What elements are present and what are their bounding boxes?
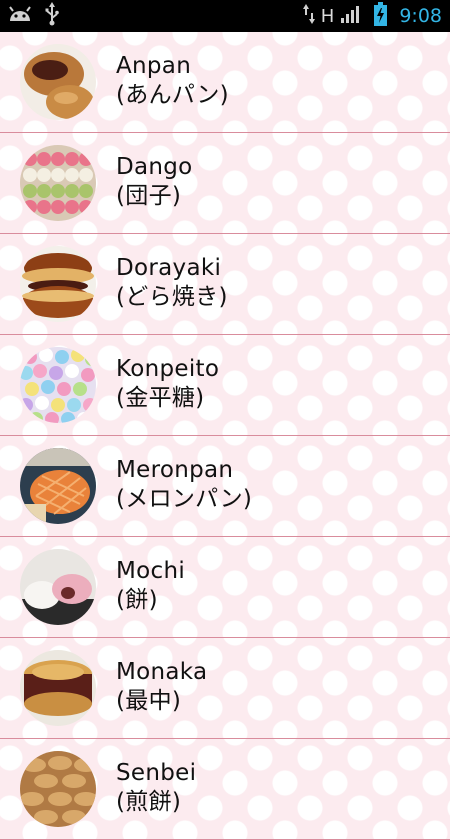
android-icon xyxy=(8,5,32,27)
konpeito-photo xyxy=(20,347,96,423)
anpan-photo xyxy=(20,44,96,120)
item-japanese-name: (最中) xyxy=(116,688,182,714)
item-japanese-name: (あんパン) xyxy=(116,82,229,108)
mochi-photo xyxy=(20,549,96,625)
item-name: Senbei xyxy=(116,760,197,786)
item-japanese-name: (金平糖) xyxy=(116,385,205,411)
dango-photo xyxy=(20,145,96,221)
item-name: Dorayaki xyxy=(116,255,222,281)
list-item-konpeito[interactable]: Konpeito (金平糖) xyxy=(0,335,450,436)
item-name: Mochi xyxy=(116,558,186,584)
list-item-mochi[interactable]: Mochi (餅) xyxy=(0,537,450,638)
item-name: Meronpan xyxy=(116,457,234,483)
data-transfer-icon xyxy=(302,4,315,28)
item-japanese-name: (どら焼き) xyxy=(116,284,228,310)
item-japanese-name: (団子) xyxy=(116,183,182,209)
status-bar: H 9:08 xyxy=(0,0,450,32)
list-item-dango[interactable]: Dango (団子) xyxy=(0,133,450,234)
system-icons: H 9:08 xyxy=(302,2,442,30)
item-japanese-name: (メロンパン) xyxy=(116,486,253,512)
usb-icon xyxy=(44,2,60,30)
list-item-senbei[interactable]: Senbei (煎餅) xyxy=(0,739,450,840)
notification-icons xyxy=(8,2,60,30)
item-japanese-name: (餅) xyxy=(116,587,158,613)
dorayaki-photo xyxy=(20,246,96,322)
item-name: Konpeito xyxy=(116,356,220,382)
battery-charging-icon xyxy=(374,2,388,30)
monaka-photo xyxy=(20,650,96,726)
clock: 9:08 xyxy=(399,5,442,27)
list-item-dorayaki[interactable]: Dorayaki (どら焼き) xyxy=(0,234,450,335)
senbei-photo xyxy=(20,751,96,827)
sweets-list: Anpan (あんパン) Dango (団子) Dorayaki (どら焼き) … xyxy=(0,32,450,840)
signal-icon xyxy=(340,5,360,27)
list-item-meronpan[interactable]: Meronpan (メロンパン) xyxy=(0,436,450,537)
item-name: Anpan xyxy=(116,53,192,79)
item-name: Dango xyxy=(116,154,193,180)
item-japanese-name: (煎餅) xyxy=(116,789,182,815)
network-type-label: H xyxy=(320,5,335,27)
list-item-monaka[interactable]: Monaka (最中) xyxy=(0,638,450,739)
meronpan-photo xyxy=(20,448,96,524)
item-name: Monaka xyxy=(116,659,208,685)
list-item-anpan[interactable]: Anpan (あんパン) xyxy=(0,32,450,133)
